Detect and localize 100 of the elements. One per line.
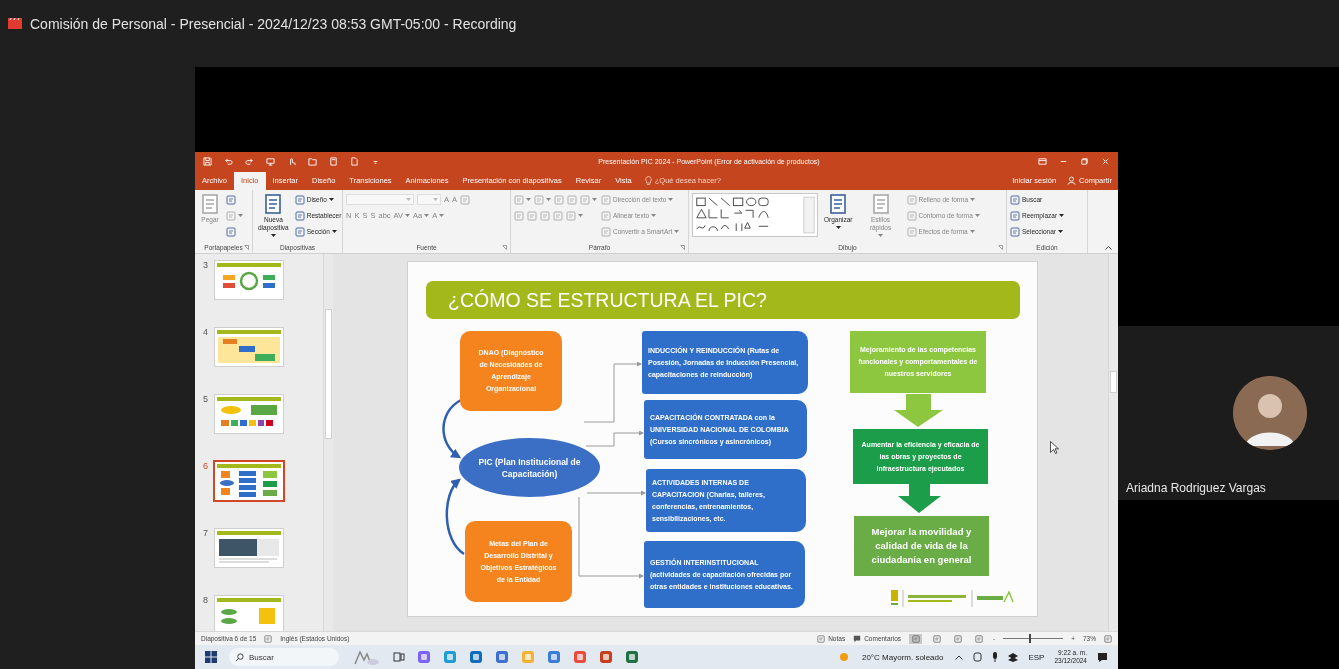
- app-icon[interactable]: [573, 650, 587, 665]
- launcher-icon[interactable]: [998, 245, 1003, 251]
- search-icon: [235, 652, 244, 662]
- tool-icon: [906, 210, 917, 221]
- redo-icon[interactable]: [245, 157, 254, 167]
- diagram-node: Mejorar la movilidad y calidad de vida de la ciudadanía en general: [854, 516, 989, 577]
- tool-icon: [566, 210, 576, 221]
- flow-arrow: [894, 394, 943, 428]
- caret-icon: [331, 230, 337, 234]
- close-icon[interactable]: [1101, 157, 1110, 167]
- icon-button[interactable]: [226, 194, 236, 205]
- tool-icon: [1010, 210, 1020, 221]
- lightbulb-icon: [644, 176, 652, 186]
- collapse-ribbon-icon[interactable]: [1105, 246, 1112, 251]
- page-icon: [200, 193, 220, 214]
- caret-icon: [424, 214, 430, 218]
- icon-button[interactable]: [226, 226, 236, 237]
- caret-icon: [270, 233, 276, 237]
- connector-arrow: [585, 430, 644, 447]
- tool-icon: [294, 194, 305, 205]
- caret-icon: [674, 230, 680, 234]
- caret-icon: [878, 233, 884, 237]
- app-icon[interactable]: [599, 650, 613, 665]
- weather-label[interactable]: 20°C Mayorm. soleado: [861, 652, 944, 662]
- search-highlight-drawing[interactable]: [351, 648, 381, 667]
- caret-icon: [970, 198, 976, 202]
- chevron-up-icon[interactable]: [955, 654, 964, 660]
- tool-icon: [534, 194, 544, 205]
- tool-icon: [554, 194, 564, 205]
- tool-icon: [601, 226, 611, 237]
- windows-logo-icon[interactable]: [205, 651, 217, 664]
- notification-icon[interactable]: [1097, 651, 1108, 663]
- launcher-icon[interactable]: [680, 245, 685, 251]
- launcher-icon[interactable]: [244, 245, 249, 251]
- caret-icon: [969, 230, 975, 234]
- meeting-title: Comisión de Personal - Presencial - 2024/12/23 08:53 GMT-05:00 - Recording: [30, 15, 517, 32]
- app-icon[interactable]: [547, 650, 561, 665]
- caret-icon: [546, 198, 551, 202]
- restore-icon[interactable]: [1080, 157, 1089, 167]
- slide-number: 6: [203, 461, 209, 472]
- tool-icon: [226, 194, 236, 205]
- tool-icon: [226, 210, 236, 221]
- keyboard-language[interactable]: ESP: [1028, 652, 1045, 662]
- flow-arrow: [898, 484, 941, 514]
- diagram-node: PIC (Plan Institucional de Capacitación): [459, 438, 600, 498]
- undo-icon[interactable]: [224, 157, 233, 167]
- caret-icon: [328, 198, 334, 202]
- connector-arrow: [583, 361, 642, 423]
- app-icon[interactable]: [469, 650, 483, 665]
- slide-number: 3: [203, 260, 209, 271]
- slide-number: 5: [203, 394, 209, 405]
- slideshow-icon[interactable]: [266, 157, 275, 167]
- app-icon[interactable]: [495, 650, 509, 665]
- save-icon[interactable]: [203, 157, 212, 167]
- caret-icon: [433, 198, 438, 202]
- tool-icon: [1010, 194, 1020, 205]
- tool-icon: [514, 210, 524, 221]
- tool-icon: [580, 194, 590, 205]
- recording-icon: [8, 18, 22, 29]
- launcher-icon[interactable]: [502, 245, 507, 251]
- tool-icon: [906, 194, 917, 205]
- slide-title: ¿CÓMO SE ESTRUCTURA EL PIC?: [426, 281, 1020, 320]
- caret-icon: [974, 214, 980, 218]
- caret-icon: [1059, 214, 1065, 218]
- caret-icon: [1057, 230, 1063, 234]
- microphone-icon[interactable]: [992, 652, 999, 663]
- task-view-icon[interactable]: [393, 651, 405, 664]
- slide-number: 8: [203, 595, 209, 606]
- tool-icon: [540, 210, 550, 221]
- tool-icon: [567, 194, 577, 205]
- comment-icon: [853, 634, 862, 643]
- tool-icon: [553, 210, 563, 221]
- app-icon[interactable]: [625, 650, 639, 665]
- app-icon[interactable]: [417, 650, 431, 665]
- caret-icon: [651, 214, 657, 218]
- caret-icon: [405, 214, 410, 218]
- sun-icon: [837, 651, 850, 664]
- person-icon: [1067, 176, 1077, 186]
- page-icon: [828, 193, 849, 214]
- tool-icon: [906, 226, 917, 237]
- tool-icon: [601, 210, 611, 221]
- scrollbar[interactable]: [1108, 254, 1118, 632]
- slide-number: 7: [203, 528, 209, 539]
- pointer-icon: [1050, 441, 1059, 454]
- caret-icon: [439, 214, 445, 218]
- shapes-gallery[interactable]: [692, 192, 818, 237]
- tool-icon: [460, 194, 471, 205]
- caret-icon: [592, 198, 597, 202]
- tool-icon: [527, 210, 537, 221]
- slide-number: 4: [203, 327, 209, 338]
- scrollbar[interactable]: [323, 254, 333, 632]
- search-field[interactable]: Buscar: [229, 648, 339, 667]
- new-document-icon[interactable]: [350, 157, 359, 167]
- app-icon[interactable]: [443, 650, 457, 665]
- slider-thumb[interactable]: [1029, 634, 1032, 644]
- tool-icon: [601, 194, 611, 205]
- ribbon-display-icon[interactable]: [1038, 157, 1047, 167]
- page-icon: [263, 193, 284, 214]
- folder-icon[interactable]: [308, 157, 317, 167]
- slide-thumbnail[interactable]: [213, 460, 285, 503]
